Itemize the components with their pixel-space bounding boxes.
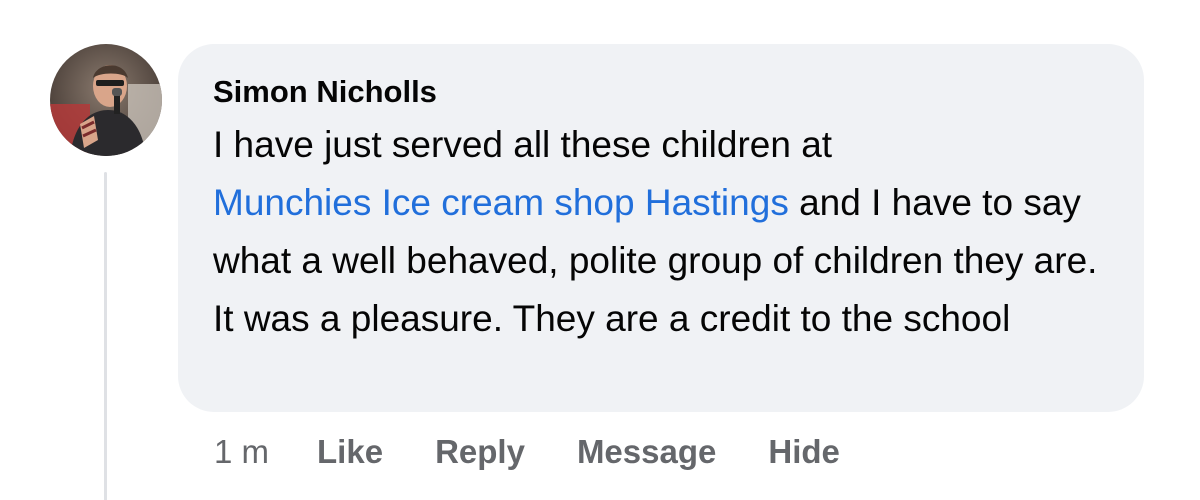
comment-actions: 1 m Like Reply Message Hide: [214, 430, 840, 474]
like-button[interactable]: Like: [317, 433, 383, 471]
comment-author[interactable]: Simon Nicholls: [213, 72, 437, 112]
message-button[interactable]: Message: [577, 433, 716, 471]
avatar-photo-icon: [50, 44, 162, 156]
comment-timestamp[interactable]: 1 m: [214, 433, 269, 471]
hide-button[interactable]: Hide: [768, 433, 840, 471]
comment-text: I have just served all these children at…: [213, 116, 1113, 348]
thread-line: [104, 172, 107, 500]
comment-text-start: I have just served all these children at: [213, 124, 833, 165]
comment-view: Simon Nicholls I have just served all th…: [0, 0, 1200, 500]
avatar[interactable]: [50, 44, 162, 156]
comment-bubble: Simon Nicholls I have just served all th…: [178, 44, 1144, 412]
mentioned-page-link[interactable]: Munchies Ice cream shop Hastings: [213, 182, 789, 223]
reply-button[interactable]: Reply: [435, 433, 525, 471]
